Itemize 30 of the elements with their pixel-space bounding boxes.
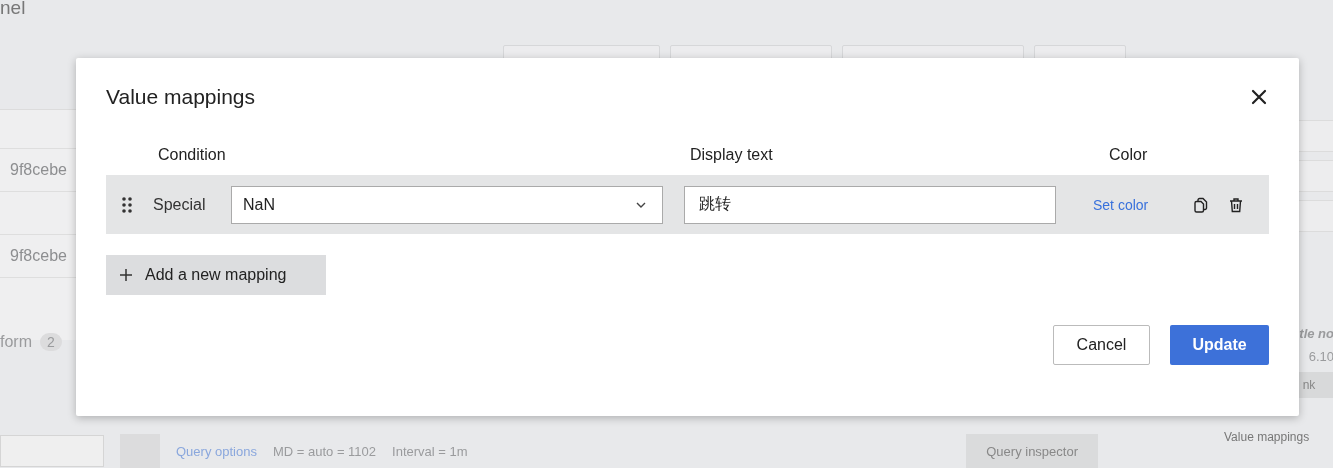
condition-type-label: Special — [153, 195, 207, 214]
count-badge: 2 — [40, 333, 62, 351]
section-header[interactable]: Value mappings — [1144, 430, 1333, 444]
set-color-link[interactable]: Set color — [1093, 196, 1193, 213]
select-field[interactable] — [0, 435, 104, 467]
dialog-title: Value mappings — [106, 85, 256, 109]
copy-icon[interactable] — [1193, 196, 1209, 213]
interval-text: Interval = 1m — [392, 443, 468, 459]
tab[interactable]: form — [0, 333, 32, 351]
version-text: 6.10 — [1307, 349, 1333, 364]
column-header: Condition — [158, 146, 227, 164]
chevron-down-icon — [636, 201, 646, 208]
table-cell: 9f8cebe — [10, 161, 67, 179]
close-icon[interactable] — [1251, 89, 1267, 105]
add-mapping-button[interactable]: Add a new mapping — [106, 255, 326, 295]
display-text-field[interactable]: 跳转 — [684, 185, 1056, 224]
condition-select[interactable]: NaN — [231, 185, 663, 224]
cancel-button[interactable]: Cancel — [1053, 325, 1150, 365]
update-button[interactable]: Update — [1170, 325, 1269, 365]
query-inspector-button[interactable]: Query inspector — [966, 434, 1098, 468]
column-header: Display text — [690, 146, 774, 164]
trash-icon[interactable] — [1228, 196, 1244, 213]
page-title: nel — [0, 0, 26, 18]
plus-icon — [120, 269, 132, 281]
panel-title-text: tle no — [1298, 326, 1333, 341]
drag-handle-icon[interactable] — [122, 196, 132, 213]
table-cell: 9f8cebe — [10, 247, 67, 265]
column-header: Color — [1109, 146, 1148, 164]
query-options-link[interactable]: Query options — [176, 443, 257, 459]
max-data-points-text: MD = auto = 1102 — [272, 443, 377, 459]
